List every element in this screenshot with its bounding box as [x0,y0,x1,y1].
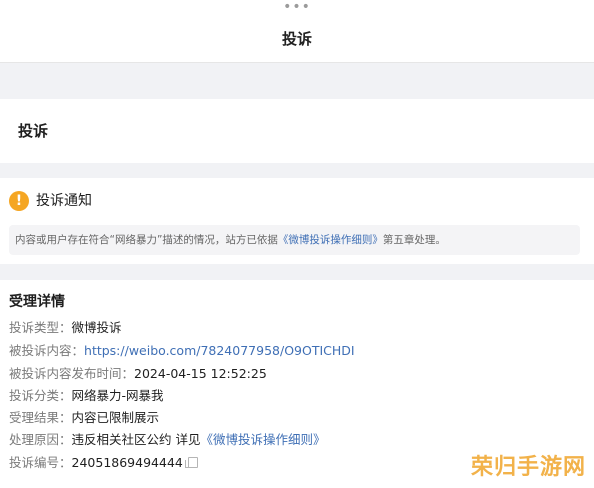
detail-label: 被投诉内容： [9,343,85,358]
detail-row-complaint-number: 投诉编号：24051869494444 [9,453,198,473]
page-title: 投诉 [281,30,312,48]
exclamation-icon: ! [9,191,29,211]
notice-title: 投诉通知 [36,193,92,209]
detail-row-result: 受理结果：内容已限制展示 [9,408,159,428]
detail-label: 处理原因： [9,432,72,447]
detail-label: 投诉分类： [9,388,72,403]
content-url-link[interactable]: https://weibo.com/7824077958/O9OTICHDI [84,343,355,358]
section-heading-card: 投诉 [0,99,594,163]
details-title: 受理详情 [9,294,65,310]
reason-rules-link[interactable]: 《微博投诉操作细则》 [201,432,326,447]
rules-link[interactable]: 《微博投诉操作细则》 [278,234,383,246]
detail-label: 投诉类型： [9,320,72,335]
detail-value: 2024-04-15 12:52:25 [134,366,267,381]
details-card: 受理详情 投诉类型：微博投诉 被投诉内容：https://weibo.com/7… [0,280,594,488]
detail-value: 微博投诉 [71,320,122,335]
detail-value: 违反相关社区公约 详见《微博投诉操作细则》 [72,432,326,447]
complaint-number: 24051869494444 [71,455,183,470]
notice-body-prefix: 内容或用户存在符合“网络暴力”描述的情况，站方已依据 [15,234,278,246]
detail-row-type: 投诉类型：微博投诉 [9,318,122,338]
copy-icon[interactable] [184,457,198,468]
detail-row-content: 被投诉内容：https://weibo.com/7824077958/O9OTI… [9,341,355,361]
detail-row-reason: 处理原因：违反相关社区公约 详见《微博投诉操作细则》 [9,430,326,450]
detail-value: 内容已限制展示 [71,410,160,425]
detail-label: 被投诉内容发布时间： [9,366,135,381]
section-heading: 投诉 [18,122,49,140]
notice-card: ! 投诉通知 内容或用户存在符合“网络暴力”描述的情况，站方已依据《微博投诉操作… [0,178,594,264]
notice-message: 内容或用户存在符合“网络暴力”描述的情况，站方已依据《微博投诉操作细则》第五章处… [9,225,580,255]
more-options-icon[interactable]: ••• [0,0,594,14]
detail-row-published-time: 被投诉内容发布时间：2024-04-15 12:52:25 [9,364,267,384]
detail-row-category: 投诉分类：网络暴力-网暴我 [9,386,164,406]
top-bar: ••• 投诉 [0,0,594,63]
reason-text: 违反相关社区公约 详见 [71,432,201,447]
detail-value: 网络暴力-网暴我 [71,388,164,403]
site-watermark: 荣归手游网 [470,455,586,480]
notice-body-suffix: 第五章处理。 [382,234,446,246]
detail-label: 投诉编号： [9,455,72,470]
detail-label: 受理结果： [9,410,72,425]
